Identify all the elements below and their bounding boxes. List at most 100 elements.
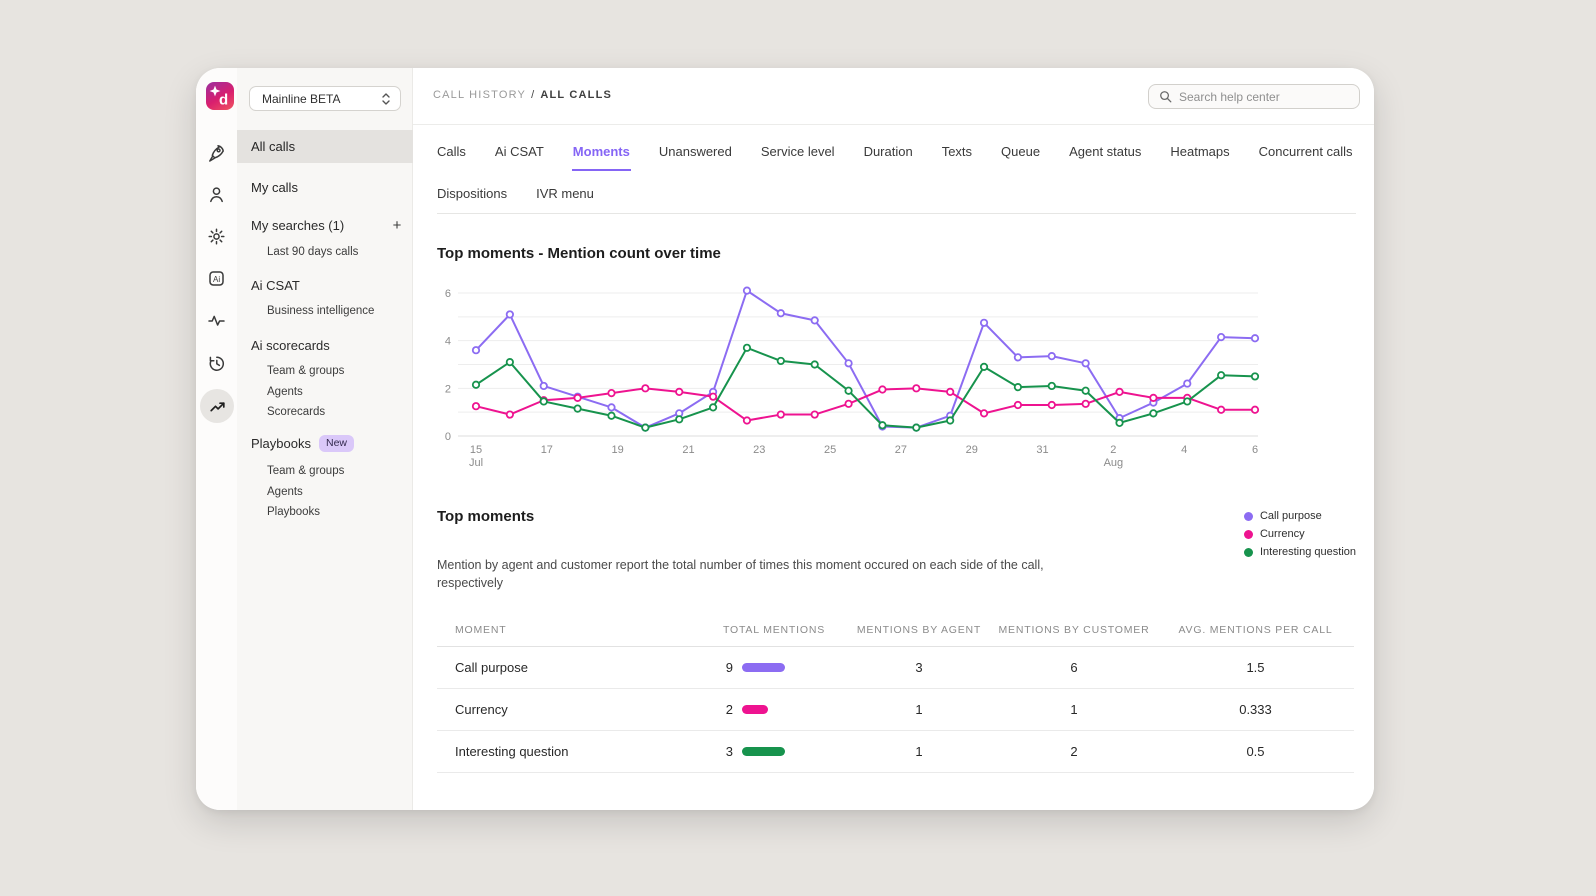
tabs-separator	[437, 213, 1356, 214]
settings-gear-icon[interactable]	[207, 227, 226, 246]
svg-text:15: 15	[470, 444, 482, 456]
workspace-selector[interactable]: Mainline BETA	[249, 86, 401, 111]
main-content: CALL HISTORY/ALL CALLS Search help cente…	[413, 68, 1374, 810]
legend-label: Call purpose	[1260, 510, 1322, 522]
tab-ai-csat[interactable]: Ai CSAT	[494, 140, 545, 171]
topbar: CALL HISTORY/ALL CALLS Search help cente…	[413, 68, 1374, 125]
tabs-row-2: Dispositions IVR menu	[436, 182, 595, 211]
sidebar-item-sc-scorecards[interactable]: Scorecards	[267, 406, 325, 418]
breadcrumb-section[interactable]: CALL HISTORY	[433, 89, 526, 101]
svg-text:d: d	[219, 92, 228, 109]
tab-duration[interactable]: Duration	[863, 140, 914, 171]
interesting-question-dot-icon	[1244, 548, 1253, 557]
history-icon[interactable]	[207, 354, 226, 373]
tab-moments[interactable]: Moments	[572, 140, 631, 171]
tab-heatmaps[interactable]: Heatmaps	[1169, 140, 1230, 171]
top-moments-description: Mention by agent and customer report the…	[437, 556, 1057, 592]
app-logo[interactable]: d	[206, 82, 234, 110]
svg-text:25: 25	[824, 444, 836, 456]
svg-text:21: 21	[682, 444, 694, 456]
svg-text:29: 29	[966, 444, 978, 456]
header-moment[interactable]: MOMENT	[437, 616, 723, 647]
legend-label: Interesting question	[1260, 546, 1356, 558]
person-icon[interactable]	[207, 185, 226, 204]
header-avg-mentions-per-call[interactable]: AVG. MENTIONS PER CALL	[1157, 616, 1354, 647]
table-header-row: MOMENT TOTAL MENTIONS MENTIONS BY AGENT …	[437, 616, 1354, 647]
svg-text:Ai: Ai	[213, 275, 220, 284]
tab-concurrent-calls[interactable]: Concurrent calls	[1258, 140, 1354, 171]
tab-agent-status[interactable]: Agent status	[1068, 140, 1142, 171]
sidebar-item-pb-agents[interactable]: Agents	[267, 486, 303, 498]
total-value: 9	[723, 660, 733, 675]
playbooks-label: Playbooks	[251, 436, 311, 451]
tab-unanswered[interactable]: Unanswered	[658, 140, 733, 171]
table-row[interactable]: Call purpose 9 3 6 1.5	[437, 647, 1354, 689]
avg-value: 0.333	[1157, 689, 1354, 731]
agent-value: 1	[847, 731, 991, 773]
tab-calls[interactable]: Calls	[436, 140, 467, 171]
avg-value: 0.5	[1157, 731, 1354, 773]
sidebar-section-ai-scorecards[interactable]: Ai scorecards	[251, 338, 330, 353]
ai-notes-icon[interactable]: Ai	[207, 269, 226, 288]
trending-up-icon[interactable]	[200, 389, 234, 423]
total-value: 3	[723, 744, 733, 759]
svg-text:23: 23	[753, 444, 765, 456]
agent-value: 1	[847, 689, 991, 731]
rocket-icon[interactable]	[207, 143, 226, 162]
sidebar-section-my-searches[interactable]: My searches (1)	[251, 218, 344, 233]
svg-text:0: 0	[445, 431, 451, 443]
header-total-mentions[interactable]: TOTAL MENTIONS	[723, 616, 847, 647]
search-input[interactable]: Search help center	[1148, 84, 1360, 109]
currency-dot-icon	[1244, 530, 1253, 539]
svg-text:27: 27	[895, 444, 907, 456]
legend-item-interesting-question[interactable]: Interesting question	[1244, 546, 1356, 558]
ai-scorecards-label: Ai scorecards	[251, 338, 330, 353]
customer-value: 6	[991, 647, 1157, 689]
sidebar-item-business-intelligence[interactable]: Business intelligence	[267, 305, 374, 317]
avg-value: 1.5	[1157, 647, 1354, 689]
tab-dispositions[interactable]: Dispositions	[436, 182, 508, 211]
tab-queue[interactable]: Queue	[1000, 140, 1041, 171]
total-bar	[742, 747, 785, 756]
tabs-row-1: Calls Ai CSAT Moments Unanswered Service…	[436, 140, 1354, 171]
workspace-name: Mainline BETA	[262, 92, 380, 106]
mentions-line-chart[interactable]: 0246151719212325272931246JulAug	[413, 268, 1374, 480]
header-mentions-by-agent[interactable]: MENTIONS BY AGENT	[847, 616, 991, 647]
sidebar-item-all-calls[interactable]: All calls	[237, 130, 413, 163]
legend-item-currency[interactable]: Currency	[1244, 528, 1356, 540]
sidebar-item-sc-team-groups[interactable]: Team & groups	[267, 365, 344, 377]
agent-value: 3	[847, 647, 991, 689]
moment-cell: Interesting question	[437, 731, 723, 773]
top-moments-table: MOMENT TOTAL MENTIONS MENTIONS BY AGENT …	[437, 616, 1354, 773]
tab-texts[interactable]: Texts	[941, 140, 973, 171]
legend-item-call-purpose[interactable]: Call purpose	[1244, 510, 1356, 522]
tab-ivr-menu[interactable]: IVR menu	[535, 182, 595, 211]
svg-text:2: 2	[1110, 444, 1116, 456]
add-search-button[interactable]: +	[389, 218, 405, 234]
tab-service-level[interactable]: Service level	[760, 140, 836, 171]
my-searches-label: My searches (1)	[251, 218, 344, 233]
top-moments-title: Top moments	[437, 508, 534, 525]
svg-text:2: 2	[445, 383, 451, 395]
sidebar-item-pb-team-groups[interactable]: Team & groups	[267, 465, 344, 477]
svg-text:31: 31	[1036, 444, 1048, 456]
total-bar	[742, 663, 785, 672]
svg-text:6: 6	[1252, 444, 1258, 456]
sidebar-item-sc-agents[interactable]: Agents	[267, 386, 303, 398]
sidebar-section-ai-csat[interactable]: Ai CSAT	[251, 278, 300, 293]
breadcrumb: CALL HISTORY/ALL CALLS	[433, 89, 612, 101]
total-value: 2	[723, 702, 733, 717]
sidebar-item-my-calls[interactable]: My calls	[237, 172, 413, 202]
ai-csat-label: Ai CSAT	[251, 278, 300, 293]
table-row[interactable]: Interesting question 3 1 2 0.5	[437, 731, 1354, 773]
customer-value: 1	[991, 689, 1157, 731]
sidebar-item-pb-playbooks[interactable]: Playbooks	[267, 506, 320, 518]
svg-text:17: 17	[541, 444, 553, 456]
table-row[interactable]: Currency 2 1 1 0.333	[437, 689, 1354, 731]
moment-cell: Currency	[437, 689, 723, 731]
header-mentions-by-customer[interactable]: MENTIONS BY CUSTOMER	[991, 616, 1157, 647]
sidebar-item-last-90-days-calls[interactable]: Last 90 days calls	[267, 246, 358, 258]
chevron-up-down-icon	[380, 91, 392, 107]
activity-pulse-icon[interactable]	[207, 311, 226, 330]
sidebar-section-playbooks[interactable]: Playbooks New	[251, 435, 354, 452]
